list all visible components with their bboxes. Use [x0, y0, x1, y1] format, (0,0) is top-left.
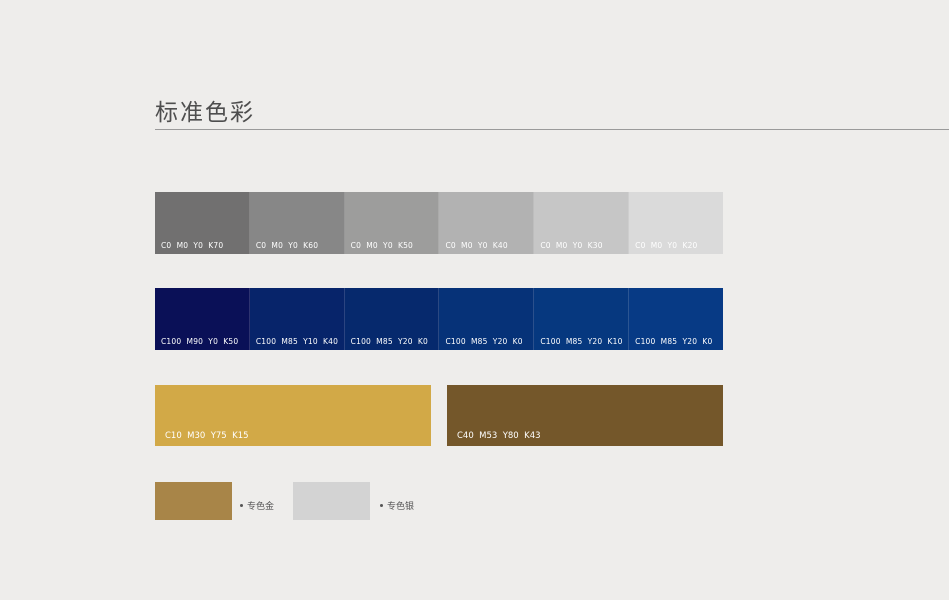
swatch-label: C0 M0 Y0 K60 [255, 241, 319, 250]
gold-swatch: C10 M30 Y75 K15 [155, 385, 431, 446]
swatch-label: C100 M85 Y20 K0 [445, 337, 523, 346]
swatch-label: C0 M0 Y0 K50 [350, 241, 414, 250]
spot-gold-text: 专色金 [247, 502, 275, 512]
swatch-label: C100 M85 Y20 K10 [540, 337, 623, 346]
gray-swatch-k70: C0 M0 Y0 K70 [155, 192, 250, 254]
spot-silver-text: 专色银 [387, 502, 415, 512]
gray-swatch-k60: C0 M0 Y0 K60 [249, 192, 345, 254]
swatch-label: C0 M0 Y0 K20 [635, 241, 698, 250]
swatch-label: C100 M85 Y10 K40 [255, 337, 339, 346]
swatch-label: C100 M85 Y20 K0 [635, 337, 713, 346]
blue-swatch-1: C100 M90 Y0 K50 [155, 288, 250, 350]
blue-swatch-6: C100 M85 Y20 K0 [629, 288, 723, 350]
gray-swatch-k30: C0 M0 Y0 K30 [534, 192, 630, 254]
swatch-label: C10 M30 Y75 K15 [165, 431, 249, 441]
blue-swatch-2: C100 M85 Y10 K40 [249, 288, 345, 350]
swatch-label: C0 M0 Y0 K70 [161, 241, 224, 250]
bullet-dot [380, 504, 383, 507]
swatch-label: C0 M0 Y0 K30 [540, 241, 603, 250]
blue-swatch-5: C100 M85 Y20 K10 [534, 288, 630, 350]
bullet-dot [240, 504, 243, 507]
page-title: 标准色彩 [155, 100, 255, 126]
swatch-label: C100 M85 Y20 K0 [350, 337, 428, 346]
gray-swatch-row: C0 M0 Y0 K70 C0 M0 Y0 K60 C0 M0 Y0 K50 C… [155, 192, 723, 254]
gray-swatch-k40: C0 M0 Y0 K40 [439, 192, 535, 254]
blue-swatch-3: C100 M85 Y20 K0 [344, 288, 440, 350]
swatch-label: C40 M53 Y80 K43 [457, 431, 541, 441]
brown-swatch: C40 M53 Y80 K43 [447, 385, 723, 446]
spot-gold-swatch [155, 482, 232, 520]
title-divider [155, 129, 949, 130]
blue-swatch-row: C100 M90 Y0 K50 C100 M85 Y10 K40 C100 M8… [155, 288, 723, 350]
spot-gold-label: 专色金 [240, 499, 274, 512]
blue-swatch-4: C100 M85 Y20 K0 [439, 288, 535, 350]
spot-silver-label: 专色银 [380, 499, 414, 512]
gray-swatch-k50: C0 M0 Y0 K50 [344, 192, 440, 254]
swatch-label: C100 M90 Y0 K50 [161, 337, 239, 346]
spot-silver-swatch [293, 482, 370, 520]
swatch-label: C0 M0 Y0 K40 [445, 241, 508, 250]
gray-swatch-k20: C0 M0 Y0 K20 [629, 192, 723, 254]
